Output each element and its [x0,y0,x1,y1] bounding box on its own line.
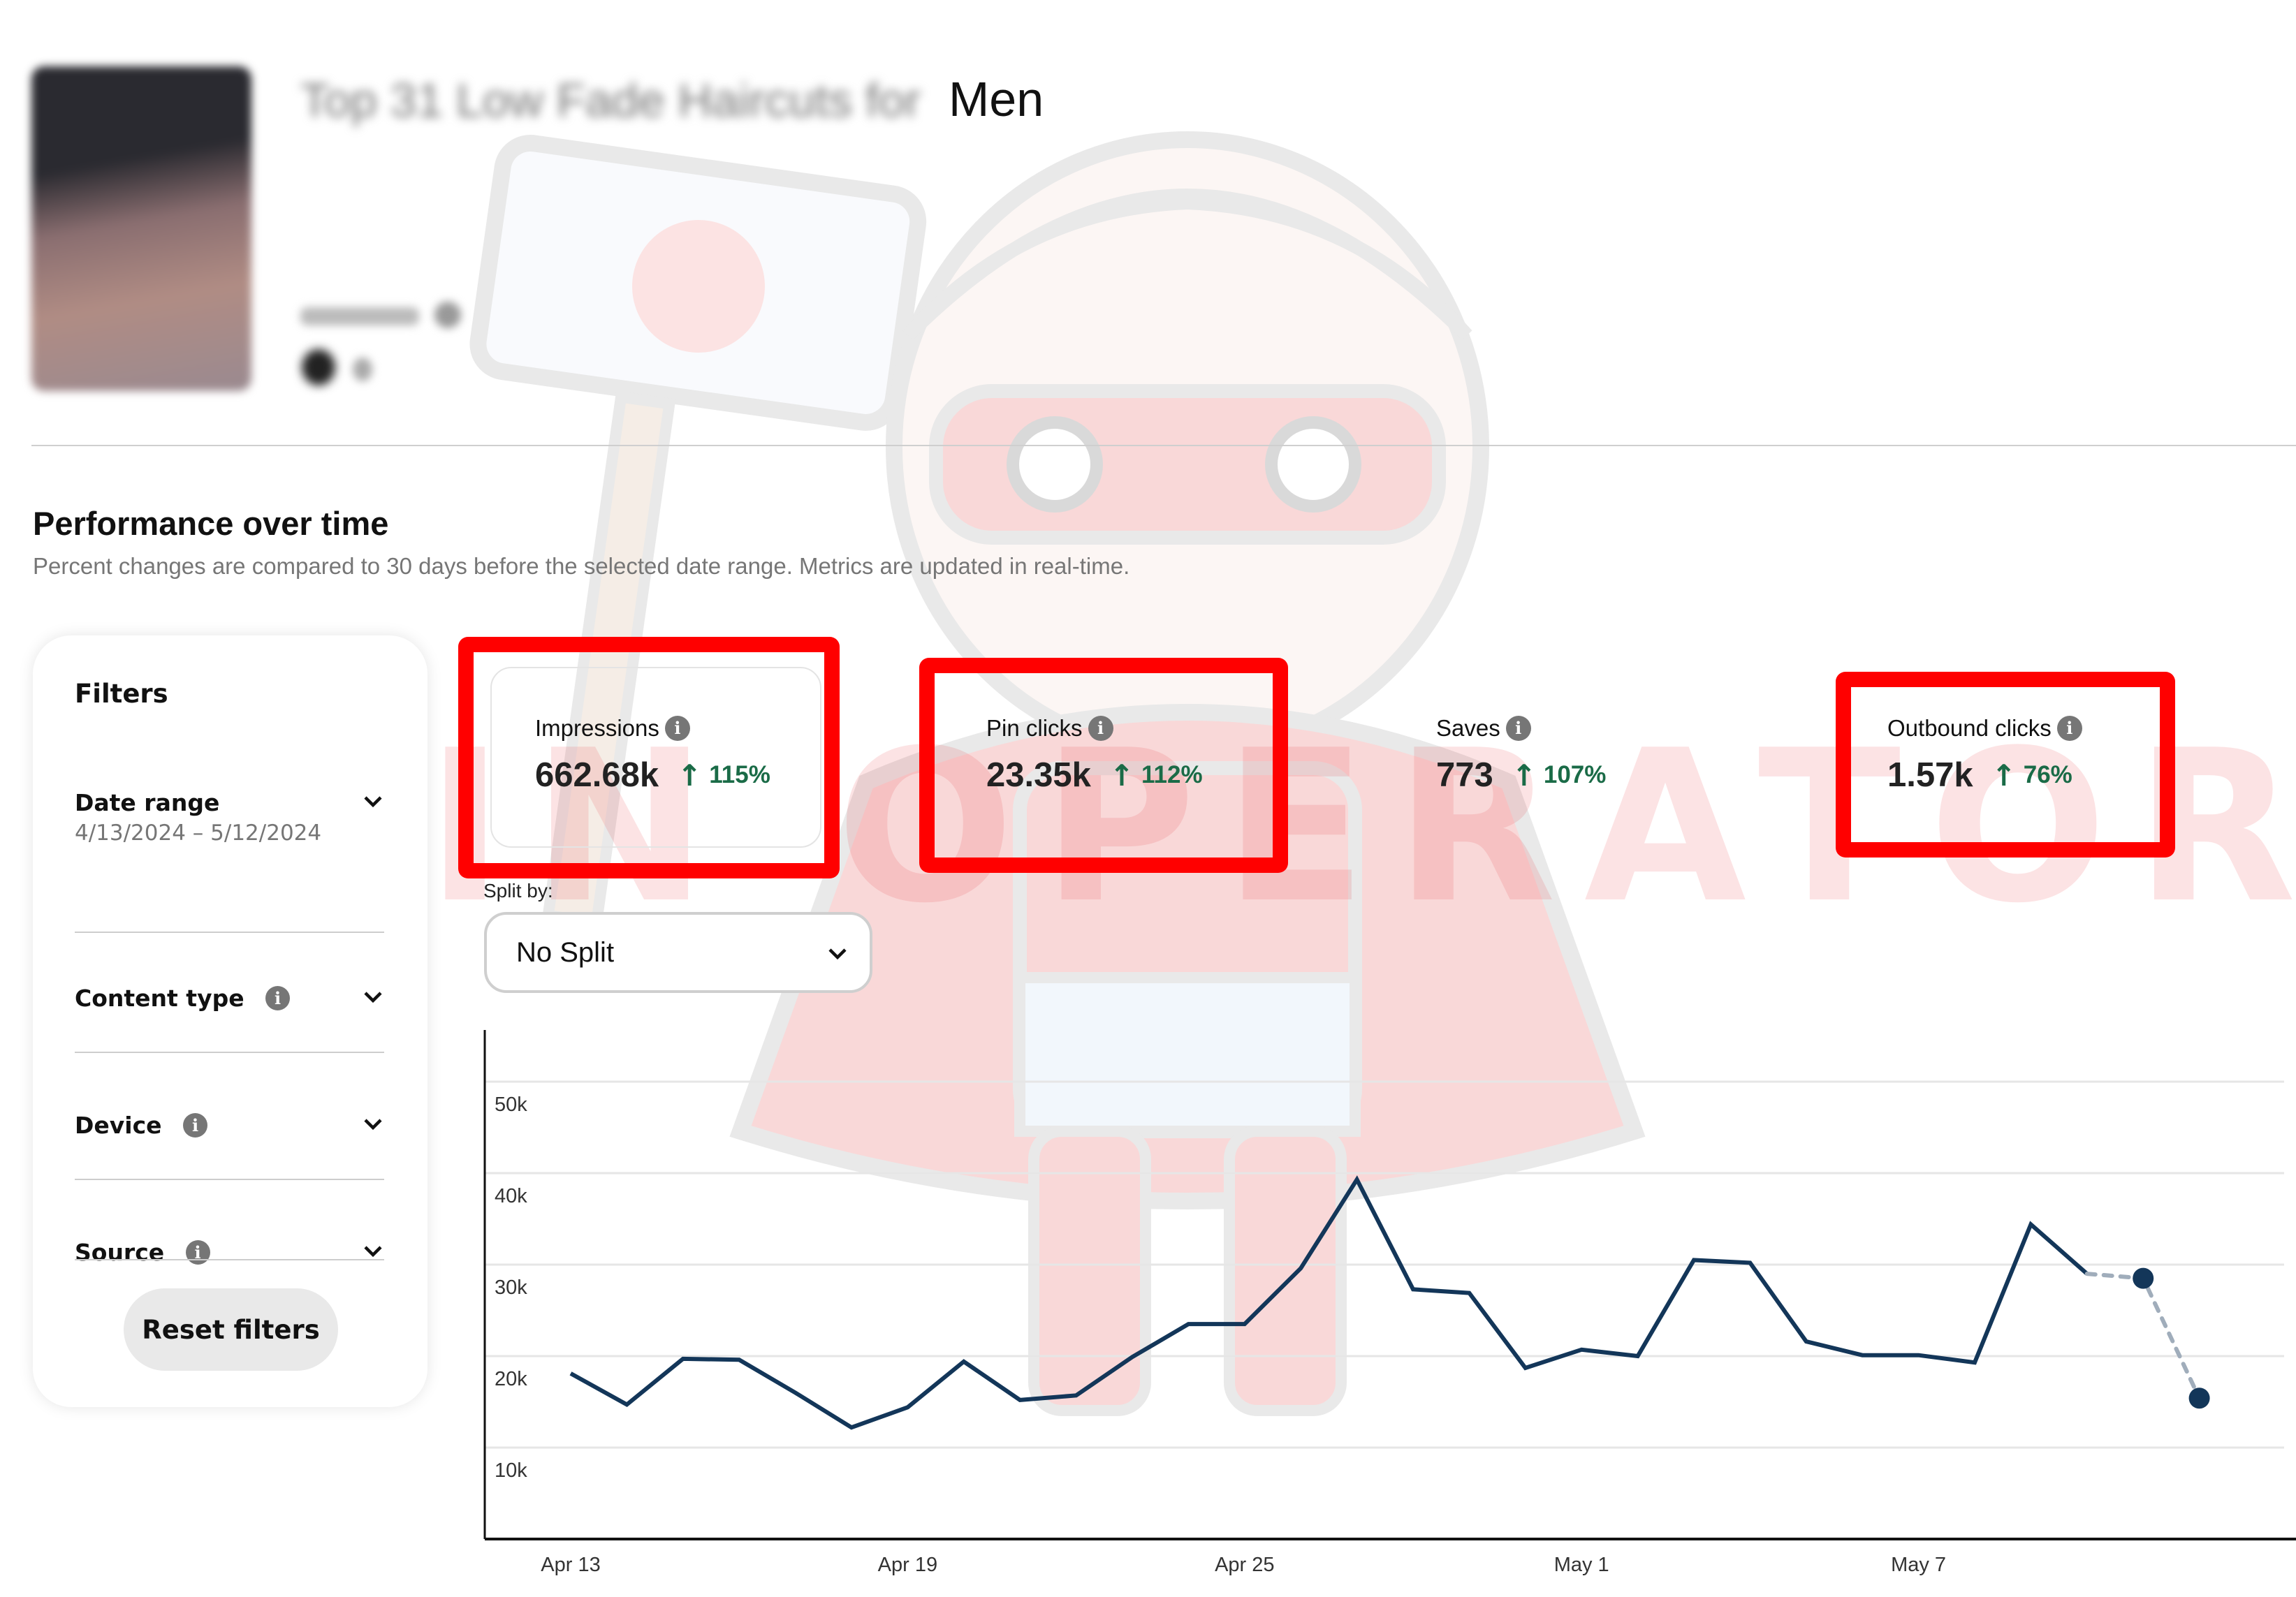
info-icon[interactable]: i [265,986,291,1010]
trend-up-icon: ↑ [1512,758,1537,793]
split-by-select[interactable]: No Split [484,912,872,993]
metric-label: Impressions [535,715,659,741]
blurred-avatar-secondary [353,358,372,381]
info-icon[interactable]: i [664,716,690,741]
filter-label: Content type [75,985,244,1012]
section-subtitle: Percent changes are compared to 30 days … [33,553,1130,579]
metric-pin-clicks[interactable]: Pin clicks i 23.35k ↑ 112% [986,715,1203,795]
x-tick-label: Apr 13 [541,1554,600,1576]
trend-up-icon: ↑ [1109,758,1134,793]
pin-title-blurred: Top 31 Low Fade Haircuts for [300,74,921,127]
filter-source[interactable]: Source i [75,1239,384,1266]
metric-value: 662.68k [535,756,659,794]
filter-label: Source [75,1239,165,1266]
metric-change: 115% [709,761,770,788]
y-tick-label: 20k [495,1368,527,1390]
chevron-down-icon [364,1119,382,1131]
x-tick-label: Apr 19 [878,1554,937,1576]
filter-divider [75,1179,384,1180]
split-by-label: Split by: [483,880,553,901]
info-icon[interactable]: i [1088,716,1113,741]
blurred-avatar [302,349,335,385]
y-tick-label: 10k [495,1459,527,1482]
filters-panel: Filters Date range 4/13/2024 – 5/12/2024… [33,635,427,1407]
trend-up-icon: ↑ [1991,758,2017,793]
blurred-meta-text [300,307,419,325]
chevron-down-icon [364,992,382,1003]
chevron-down-icon [828,948,847,960]
section-title: Performance over time [33,505,389,542]
y-tick-label: 30k [495,1276,527,1299]
metric-label: Saves [1436,715,1500,741]
metric-change: 76% [2023,761,2072,788]
filter-label: Device [75,1112,162,1139]
x-tick-label: Apr 25 [1215,1554,1274,1576]
trend-up-icon: ↑ [677,758,702,793]
chevron-down-icon [364,796,382,808]
metric-outbound-clicks[interactable]: Outbound clicks i 1.57k ↑ 76% [1887,715,2082,795]
reset-filters-button[interactable]: Reset filters [124,1288,338,1371]
pin-thumbnail[interactable] [31,66,251,391]
metric-change: 107% [1543,761,1607,788]
metric-impressions[interactable]: Impressions i 662.68k ↑ 115% [535,715,770,795]
info-icon[interactable]: i [185,1240,210,1265]
info-icon[interactable]: i [183,1113,207,1138]
filter-divider [75,1052,384,1053]
metric-value: 773 [1436,756,1493,794]
y-tick-label: 40k [495,1185,527,1207]
data-point[interactable] [2188,1388,2210,1409]
info-icon[interactable]: i [2056,716,2082,741]
filter-divider [75,932,384,933]
pin-title: Men [949,72,1044,126]
blurred-info-icon [434,302,461,328]
metric-label: Outbound clicks [1887,715,2052,741]
data-point[interactable] [2133,1267,2154,1289]
date-range-value: 4/13/2024 – 5/12/2024 [75,820,322,846]
metric-value: 1.57k [1887,756,1973,794]
metric-value: 23.35k [986,756,1091,794]
series-line-estimated [2084,1272,2202,1401]
series-line-impressions [569,1175,2089,1430]
x-tick-label: May 7 [1891,1554,1946,1576]
filters-title: Filters [75,679,168,709]
filter-label: Date range [75,789,220,816]
metric-saves[interactable]: Saves i 773 ↑ 107% [1436,715,1606,795]
filter-divider [75,1259,384,1260]
filter-date-range[interactable]: Date range 4/13/2024 – 5/12/2024 [75,789,384,846]
metric-change: 112% [1141,761,1203,788]
y-tick-label: 50k [495,1094,527,1116]
split-by-value: No Split [516,937,615,968]
x-tick-label: May 1 [1554,1554,1609,1576]
info-icon[interactable]: i [1505,716,1531,741]
metric-label: Pin clicks [986,715,1083,741]
header-divider [31,445,2296,446]
filter-content-type[interactable]: Content type i [75,985,384,1012]
filter-device[interactable]: Device i [75,1112,384,1139]
